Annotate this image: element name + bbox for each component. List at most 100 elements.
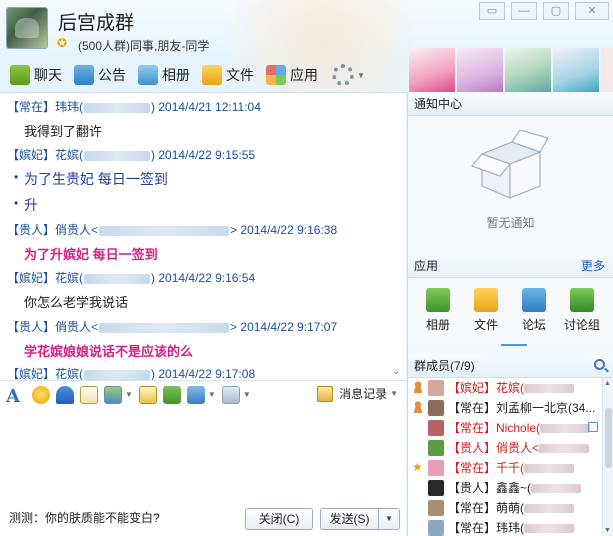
avatar [428, 440, 444, 456]
tab-announcement[interactable]: 公告 [70, 62, 130, 88]
member-row[interactable]: 【常在】玮玮( [408, 518, 602, 536]
app-file[interactable]: 文件 [462, 278, 510, 344]
crown-icon: ★ [412, 460, 423, 474]
album-icon [138, 65, 158, 85]
font-icon[interactable]: A [6, 386, 26, 407]
member-row[interactable]: 【常在】Nichole( [408, 418, 602, 438]
message-header: 【嫔妃】花嫔() 2014/4/22 9:17:08 [7, 365, 255, 380]
banner-image[interactable] [457, 48, 503, 92]
sender-name-end: ) [151, 367, 156, 380]
app-discussion-group[interactable]: 讨论组 [558, 278, 606, 344]
tab-album[interactable]: 相册 [134, 62, 194, 88]
tab-app[interactable]: 应用 [262, 62, 322, 88]
scroll-down-icon[interactable]: ▼ [604, 527, 611, 534]
chevron-down-icon[interactable]: ▼ [243, 390, 251, 399]
close-window-button[interactable]: ✕ [575, 2, 609, 20]
ad-banner[interactable] [409, 48, 613, 92]
sender-name[interactable]: 花嫔( [55, 271, 83, 285]
music-icon[interactable] [162, 385, 181, 404]
message-input[interactable]: 测测：你的肤质能不能变白? 关闭(C) 发送(S) ▼ [0, 408, 406, 536]
sender-rank: 【嫔妃】 [7, 148, 56, 162]
chevron-down-icon[interactable]: ▼ [125, 390, 133, 399]
app-album[interactable]: 相册 [414, 278, 462, 344]
maximize-button[interactable]: ▢ [543, 2, 569, 20]
sender-name[interactable]: 花嫔( [55, 148, 83, 162]
group-avatar[interactable] [6, 7, 48, 49]
redacted-id [84, 102, 151, 113]
sender-rank: 【嫔妃】 [7, 271, 56, 285]
group-name: 后宫成群 [58, 13, 135, 34]
tab-chat-label: 聊天 [34, 67, 62, 83]
sender-rank: 【嫔妃】 [7, 367, 56, 380]
tab-file[interactable]: 文件 [198, 62, 258, 88]
skin-button[interactable]: ▭ [479, 2, 505, 20]
search-icon[interactable] [594, 359, 605, 370]
sender-name[interactable]: 俏贵人< [55, 320, 98, 334]
member-name: 【常在】刘孟柳一北京(34... [448, 401, 596, 415]
empty-box-icon [470, 130, 549, 199]
note-icon[interactable] [138, 385, 157, 404]
member-row[interactable]: 【常在】刘孟柳一北京(34... [408, 398, 602, 418]
sender-rank: 【贵人】 [7, 320, 56, 334]
chevron-down-icon[interactable]: ▼ [390, 389, 398, 398]
avatar [428, 520, 444, 536]
send-button[interactable]: 发送(S) [320, 508, 378, 530]
notice-center-title: 通知中心 [408, 92, 613, 116]
avatar [428, 480, 444, 496]
member-row[interactable]: 【贵人】俏贵人< [408, 438, 602, 458]
app-label: 论坛 [521, 318, 546, 332]
message-header: 【嫔妃】花嫔() 2014/4/22 9:15:55 [7, 146, 255, 163]
tip-link[interactable]: 测测：你的肤质能不能变白? [9, 509, 160, 526]
edit-icon[interactable] [588, 422, 598, 432]
history-icon [317, 385, 334, 402]
sender-name[interactable]: 玮玮( [55, 100, 83, 114]
close-button[interactable]: 关闭(C) [245, 508, 313, 530]
members-title: 群成员(7/9) [414, 359, 475, 373]
magic-expression-icon[interactable] [56, 385, 74, 404]
sender-name[interactable]: 俏贵人< [55, 223, 98, 237]
gear-icon[interactable] [332, 64, 354, 86]
minimize-button[interactable]: — [511, 2, 537, 20]
chevron-down-icon[interactable]: ▼ [357, 71, 365, 80]
tab-app-label: 应用 [290, 67, 318, 83]
scroll-to-bottom-icon[interactable]: ⌄ [392, 366, 400, 377]
banner-image[interactable] [505, 48, 551, 92]
scroll-thumb[interactable] [605, 408, 612, 468]
member-row[interactable]: ★ 【常在】千千( [408, 458, 602, 478]
member-row[interactable]: 【贵人】鑫鑫~( [408, 478, 602, 498]
page-indicator[interactable] [501, 344, 527, 346]
app-icon [266, 65, 286, 85]
message-time: 2014/4/22 9:16:38 [240, 223, 338, 237]
emoji-icon[interactable] [32, 385, 50, 404]
banner-image[interactable] [409, 48, 455, 92]
message-time: 2014/4/22 9:16:54 [158, 271, 256, 285]
apps-list: 相册 文件 论坛 讨论组 [408, 278, 613, 344]
member-name: 【贵人】俏贵人< [448, 438, 590, 458]
member-row[interactable]: 【常在】萌萌( [408, 498, 602, 518]
member-name: 【常在】玮玮( [448, 518, 575, 536]
shake-icon[interactable] [221, 385, 240, 404]
banner-image[interactable] [553, 48, 599, 92]
member-list-scrollbar[interactable]: ▲ ▼ [602, 378, 613, 536]
right-panel: 通知中心 暂无通知 应用 更多 相册 文件 论坛 讨论组 群成员(7/9) 【嫔… [407, 92, 613, 536]
send-options-button[interactable]: ▼ [378, 508, 400, 530]
group-description: (500人群)同事,朋友-同学 [78, 39, 210, 53]
app-forum[interactable]: 论坛 [510, 278, 558, 344]
chat-history[interactable]: 【常在】玮玮() 2014/4/21 12:11:04 我得到了翻许 【嫔妃】花… [0, 92, 406, 380]
member-row[interactable]: 【嫔妃】花嫔( [408, 378, 602, 398]
message-header: 【常在】玮玮() 2014/4/21 12:11:04 [7, 98, 261, 115]
sender-name[interactable]: 花嫔( [55, 367, 83, 380]
tab-chat[interactable]: 聊天 [6, 62, 66, 88]
message-text: 升 [24, 197, 38, 213]
member-list[interactable]: 【嫔妃】花嫔( 【常在】刘孟柳一北京(34... 【常在】Nichole( 【贵… [408, 378, 613, 536]
handwriting-icon[interactable] [80, 385, 98, 404]
message-text: 为了升嫔妃 每日一签到 [24, 247, 158, 262]
screenshot-icon[interactable] [186, 385, 205, 404]
chevron-down-icon[interactable]: ▼ [208, 390, 216, 399]
members-header: 群成员(7/9) [408, 354, 613, 378]
image-icon[interactable] [104, 385, 122, 404]
message-time: 2014/4/22 9:15:55 [158, 148, 256, 162]
message-history-button[interactable]: 消息记录 ▼ [317, 385, 398, 402]
scroll-up-icon[interactable]: ▲ [604, 380, 611, 387]
more-apps-link[interactable]: 更多 [581, 254, 605, 278]
